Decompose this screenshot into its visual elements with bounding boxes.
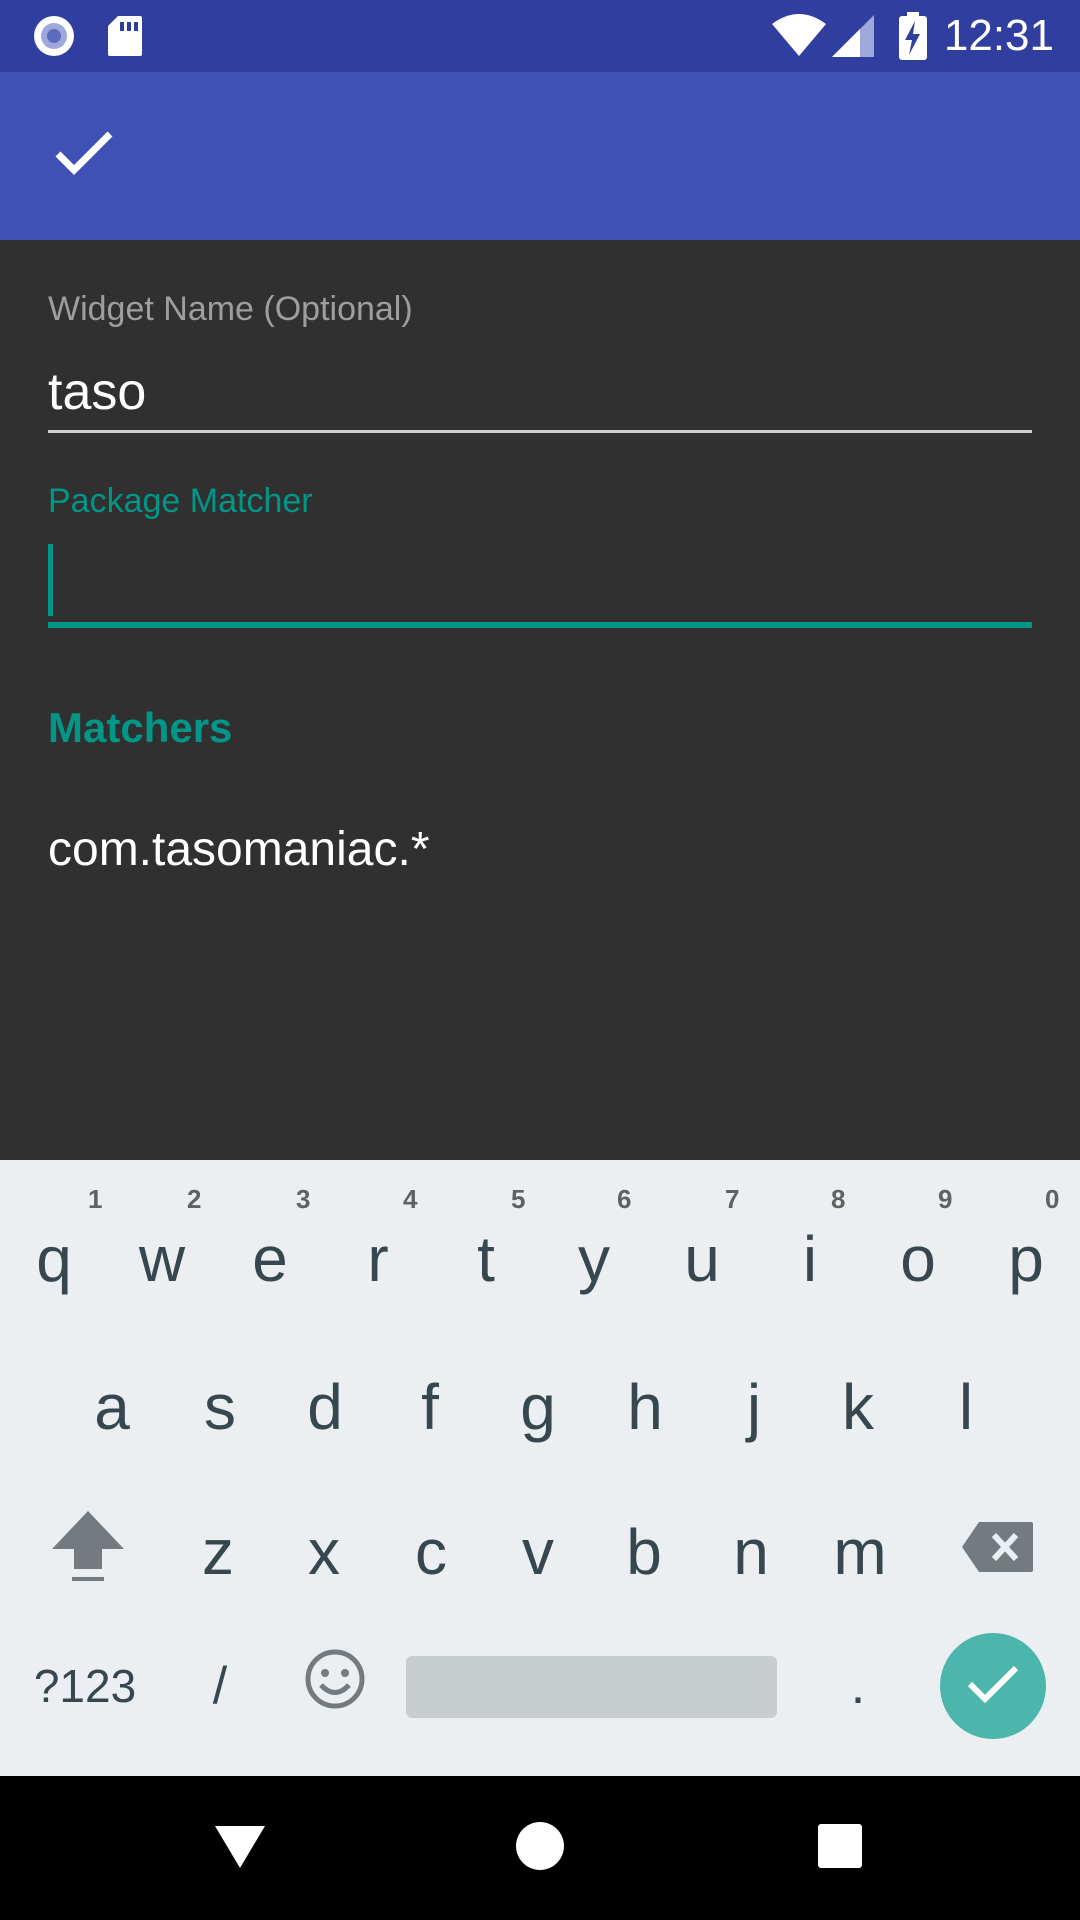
key-t[interactable]: t	[432, 1207, 540, 1311]
notification-circle-icon	[32, 0, 76, 72]
space-bar[interactable]	[406, 1656, 777, 1718]
shift-key[interactable]	[40, 1500, 136, 1604]
key-v[interactable]: v	[484, 1500, 592, 1604]
key-b[interactable]: b	[590, 1500, 698, 1604]
key-d[interactable]: d	[271, 1355, 379, 1459]
enter-check-icon	[966, 1664, 1020, 1709]
key-i[interactable]: i	[756, 1207, 864, 1311]
key-h[interactable]: h	[591, 1355, 699, 1459]
widget-name-input[interactable]	[48, 350, 1032, 434]
key-o[interactable]: o	[864, 1207, 972, 1311]
package-matcher-underline	[48, 622, 1032, 628]
back-button[interactable]	[168, 1776, 312, 1920]
key-r[interactable]: r	[324, 1207, 432, 1311]
text-cursor	[48, 544, 53, 616]
widget-name-label: Widget Name (Optional)	[48, 290, 413, 328]
key-hint-5: 5	[511, 1184, 526, 1214]
key-w[interactable]: w	[108, 1207, 216, 1311]
widget-name-underline	[48, 430, 1032, 433]
key-hint-2: 2	[187, 1184, 202, 1214]
key-p[interactable]: p	[972, 1207, 1080, 1311]
key-y[interactable]: y	[540, 1207, 648, 1311]
home-icon	[515, 1821, 565, 1876]
key-m[interactable]: m	[806, 1500, 914, 1604]
navigation-bar	[0, 1776, 1080, 1920]
package-matcher-input[interactable]	[48, 540, 1032, 628]
emoji-icon	[304, 1648, 366, 1725]
sd-card-icon	[106, 0, 144, 72]
key-c[interactable]: c	[377, 1500, 485, 1604]
backspace-icon	[961, 1515, 1035, 1589]
check-icon	[54, 130, 114, 183]
key-a[interactable]: a	[58, 1355, 166, 1459]
key-x[interactable]: x	[270, 1500, 378, 1604]
status-bar: 12:31	[0, 0, 1080, 72]
key-hint-3: 3	[296, 1184, 311, 1214]
key-hint-7: 7	[725, 1184, 740, 1214]
confirm-button[interactable]	[40, 112, 128, 200]
matchers-header: Matchers	[48, 704, 233, 751]
app-bar	[0, 72, 1080, 240]
soft-keyboard: q w e r t y u i o p 1 2 3 4 5 6 7 8 9 0 …	[0, 1160, 1080, 1776]
key-e[interactable]: e	[216, 1207, 324, 1311]
key-n[interactable]: n	[697, 1500, 805, 1604]
recents-button[interactable]	[768, 1776, 912, 1920]
key-period[interactable]: .	[808, 1632, 908, 1740]
edit-widget-form: Widget Name (Optional) Package Matcher M…	[0, 240, 1080, 1160]
key-hint-0: 0	[1045, 1184, 1060, 1214]
matcher-list-item[interactable]: com.tasomaniac.*	[48, 822, 430, 877]
cell-signal-icon	[830, 0, 876, 72]
battery-charging-icon	[898, 0, 928, 72]
key-hint-8: 8	[831, 1184, 846, 1214]
key-s[interactable]: s	[166, 1355, 274, 1459]
shift-icon	[50, 1507, 126, 1598]
key-q[interactable]: q	[0, 1207, 108, 1311]
key-hint-9: 9	[938, 1184, 953, 1214]
key-j[interactable]: j	[700, 1355, 808, 1459]
symbols-key[interactable]: ?123	[20, 1632, 150, 1740]
key-k[interactable]: k	[804, 1355, 912, 1459]
package-matcher-label: Package Matcher	[48, 482, 313, 520]
status-time: 12:31	[943, 11, 1054, 60]
key-hint-4: 4	[403, 1184, 418, 1214]
key-hint-1: 1	[88, 1184, 103, 1214]
wifi-icon	[770, 0, 828, 72]
backspace-key[interactable]	[950, 1500, 1046, 1604]
key-z[interactable]: z	[164, 1500, 272, 1604]
key-f[interactable]: f	[376, 1355, 484, 1459]
back-icon	[213, 1822, 267, 1875]
key-l[interactable]: l	[912, 1355, 1020, 1459]
key-g[interactable]: g	[484, 1355, 592, 1459]
key-hint-6: 6	[617, 1184, 632, 1214]
key-u[interactable]: u	[648, 1207, 756, 1311]
enter-key[interactable]	[940, 1633, 1046, 1739]
key-slash[interactable]: /	[170, 1632, 270, 1740]
home-button[interactable]	[468, 1776, 612, 1920]
recents-icon	[817, 1823, 863, 1874]
emoji-key[interactable]	[280, 1632, 390, 1740]
